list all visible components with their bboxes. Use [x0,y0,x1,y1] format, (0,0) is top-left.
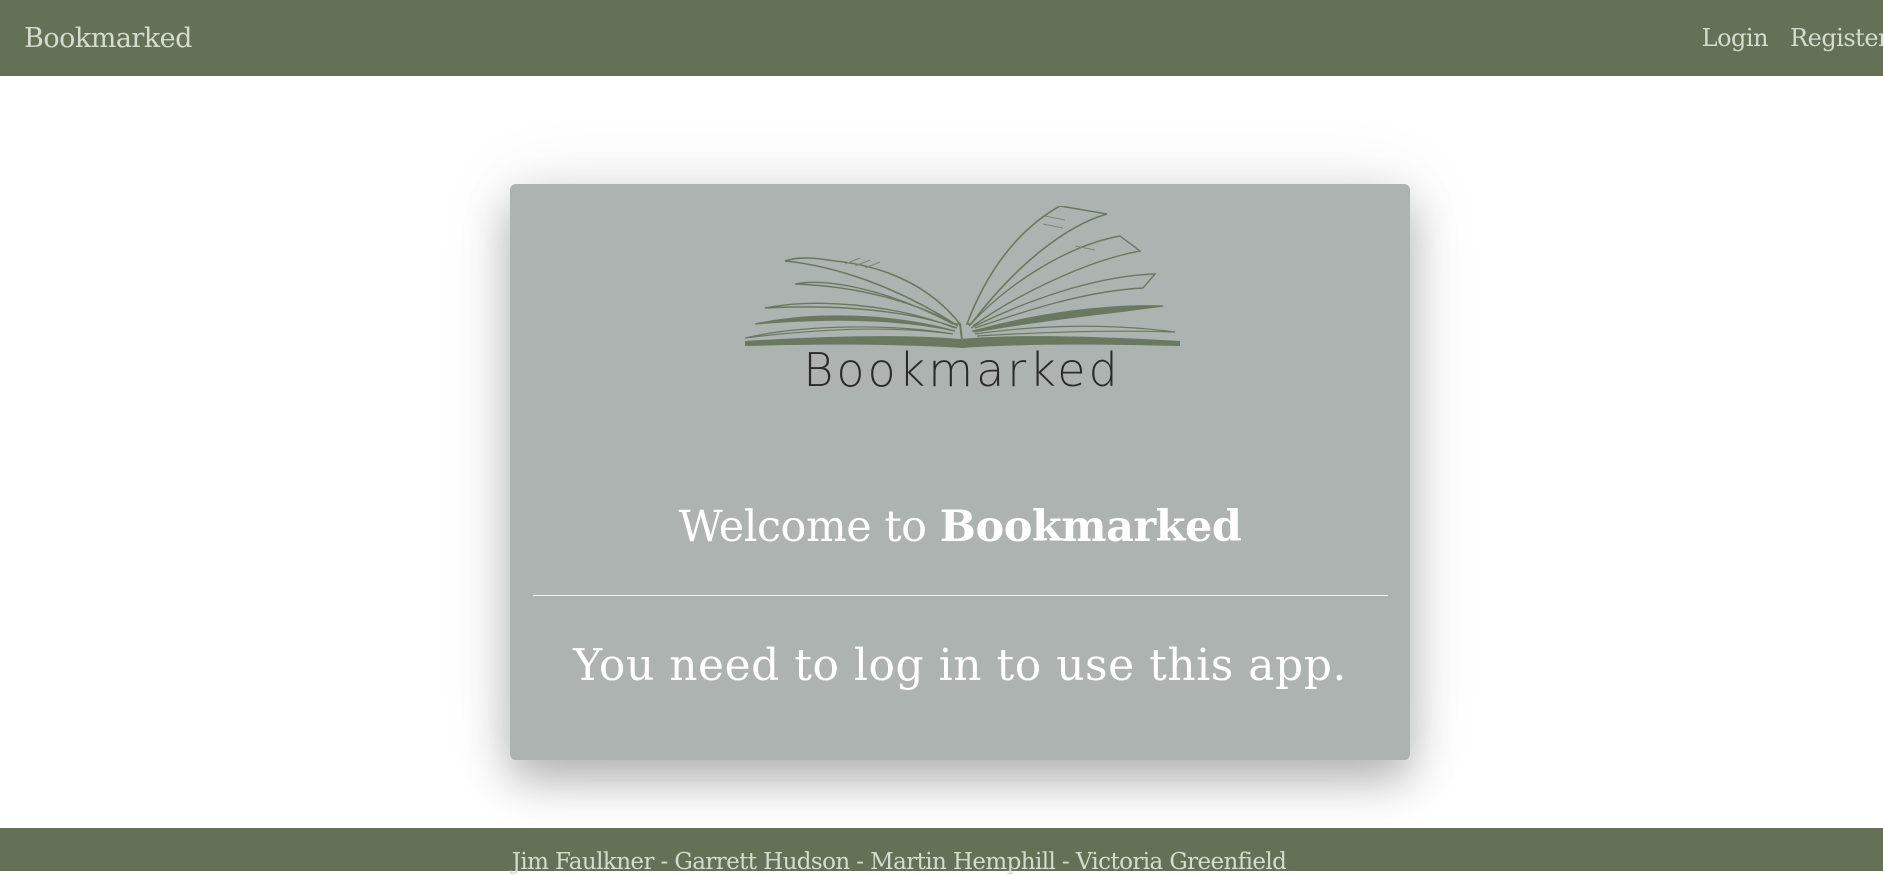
register-link[interactable]: Register [1790,24,1883,52]
logo-wordmark: Bookmarked [803,343,1120,392]
navbar: Bookmarked Login Register [0,0,1883,76]
login-required-message: You need to log in to use this app. [573,640,1347,691]
brand-link[interactable]: Bookmarked [24,23,192,54]
nav-links: Login Register [1680,24,1883,52]
welcome-heading: Welcome to Bookmarked [510,502,1410,552]
welcome-card: Bookmarked Welcome to Bookmarked You nee… [510,184,1410,760]
login-link[interactable]: Login [1702,24,1769,52]
book-logo: Bookmarked [745,206,1180,392]
welcome-prefix: Welcome to [678,502,940,552]
welcome-brand: Bookmarked [939,502,1242,552]
divider [533,595,1388,596]
footer: Jim Faulkner - Garrett Hudson - Martin H… [0,828,1883,875]
